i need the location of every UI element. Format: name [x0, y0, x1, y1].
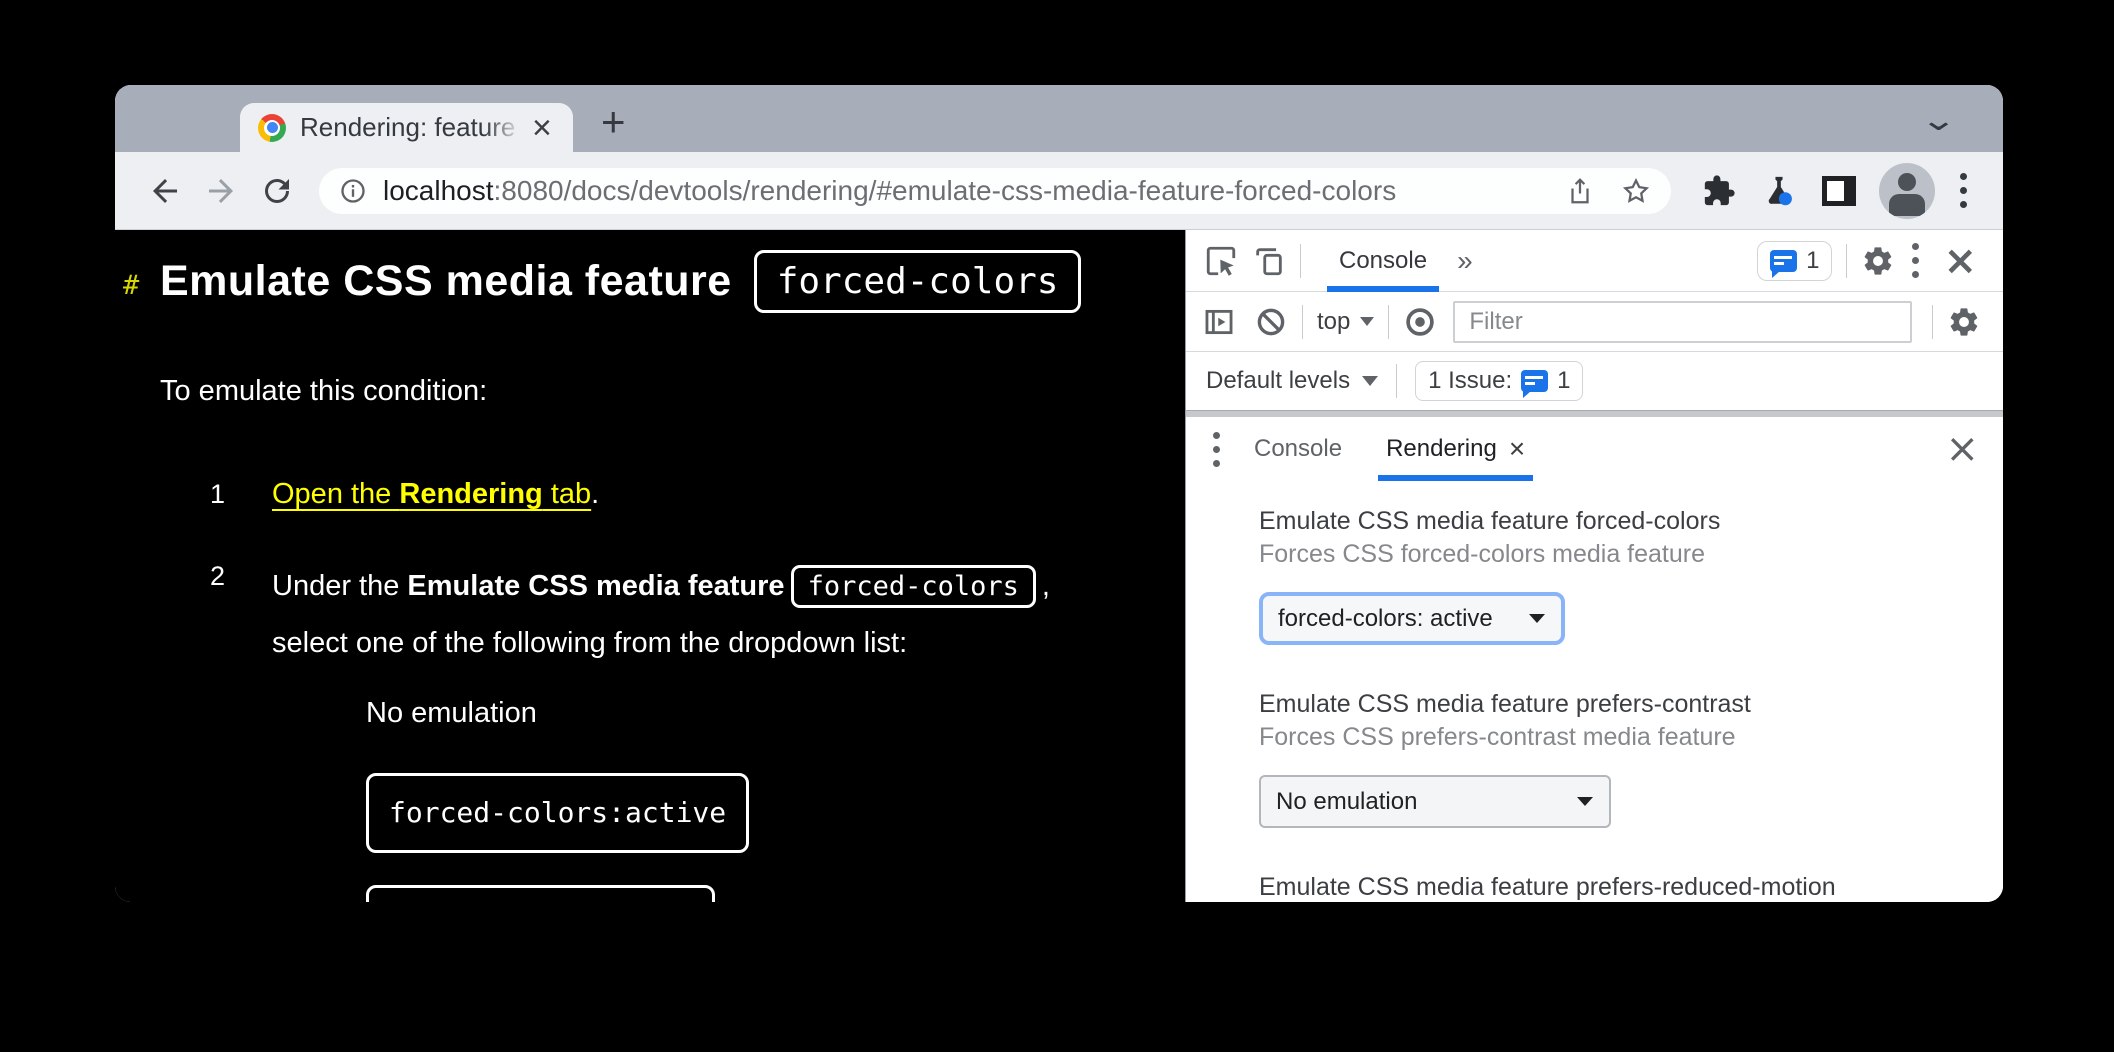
new-tab-button[interactable]: + [601, 101, 626, 143]
chrome-favicon-icon [258, 114, 286, 142]
back-icon[interactable] [147, 173, 183, 209]
device-toolbar-icon[interactable] [1252, 244, 1286, 278]
forward-icon[interactable] [203, 173, 239, 209]
filter-input[interactable] [1453, 301, 1912, 343]
issue-bubble-icon [1521, 370, 1548, 392]
extensions-puzzle-icon[interactable] [1702, 174, 1736, 208]
screenshot-stage: Rendering: feature reference - × + ⌄ loc… [0, 0, 2114, 1052]
open-rendering-tab-link[interactable]: Open the Rendering tab [272, 478, 591, 510]
context-selector[interactable]: top [1317, 308, 1374, 336]
issues-counter-button[interactable]: 1 [1757, 241, 1832, 281]
devtools-close-icon[interactable]: × [1943, 241, 1977, 281]
inspect-element-icon[interactable] [1204, 244, 1238, 278]
address-bar[interactable]: localhost:8080/docs/devtools/rendering/#… [319, 168, 1671, 214]
console-sidebar-icon[interactable] [1202, 305, 1236, 339]
browser-tab[interactable]: Rendering: feature reference - × [240, 103, 573, 152]
side-panel-icon[interactable] [1822, 176, 1856, 206]
flask-extension-icon[interactable] [1762, 174, 1796, 208]
devtools-panel: Console » 1 × [1185, 230, 2003, 902]
select-arrow-icon [1529, 614, 1545, 623]
page-heading: Emulate CSS media feature forced-colors [160, 250, 1185, 313]
option-no-emulation: No emulation [366, 685, 1050, 741]
list-item: 2 Under the Emulate CSS media featurefor… [160, 558, 1185, 902]
drawer-menu-icon[interactable] [1212, 432, 1220, 467]
option-forced-colors-active: forced-colors:active [366, 773, 749, 853]
site-info-icon[interactable] [339, 177, 367, 205]
drawer-splitter[interactable] [1186, 410, 2003, 417]
browser-toolbar: localhost:8080/docs/devtools/rendering/#… [115, 152, 2003, 230]
rendering-section-forced-colors: Emulate CSS media feature forced-colors … [1259, 505, 1983, 645]
drawer-tab-rendering[interactable]: Rendering × [1372, 417, 1539, 481]
devtools-tabbar: Console » 1 × [1186, 230, 2003, 292]
tab-console-main[interactable]: Console [1327, 230, 1439, 291]
intro-text: To emulate this condition: [160, 375, 1185, 408]
steps-list: 1 Open the Rendering tab. 2 Under the Em… [160, 476, 1185, 902]
tab-strip: Rendering: feature reference - × + ⌄ [115, 85, 2003, 152]
settings-gear-icon[interactable] [1861, 244, 1895, 278]
page-content: # Emulate CSS media feature forced-color… [115, 230, 1185, 902]
chevron-down-icon [1362, 376, 1378, 386]
select-arrow-icon [1577, 797, 1593, 806]
chevron-down-icon [1360, 317, 1374, 326]
browser-window: Rendering: feature reference - × + ⌄ loc… [115, 85, 2003, 902]
list-item: 1 Open the Rendering tab. [160, 476, 1185, 512]
tab-close-icon[interactable]: × [532, 111, 552, 145]
inline-code-chip: forced-colors [791, 565, 1036, 608]
rendering-panel: Emulate CSS media feature forced-colors … [1186, 481, 2003, 902]
default-levels-dropdown[interactable]: Default levels [1206, 367, 1378, 395]
window-content: # Emulate CSS media feature forced-color… [115, 230, 2003, 902]
profile-avatar[interactable] [1879, 163, 1935, 219]
tab-search-chevron-icon[interactable]: ⌄ [1920, 103, 1958, 138]
console-settings-gear-icon[interactable] [1947, 305, 1981, 339]
bookmark-star-icon[interactable] [1621, 176, 1651, 206]
drawer-close-icon[interactable]: × [1945, 429, 1979, 469]
prefers-contrast-select[interactable]: No emulation [1259, 775, 1611, 828]
console-levels-bar: Default levels 1 Issue: 1 [1186, 352, 2003, 410]
option-forced-colors-none: forced-colors:none [366, 885, 715, 902]
url-text: localhost:8080/docs/devtools/rendering/#… [383, 175, 1539, 207]
forced-colors-select[interactable]: forced-colors: active [1259, 592, 1565, 645]
heading-anchor-link[interactable]: # [123, 270, 139, 301]
drawer-tab-console[interactable]: Console [1240, 417, 1356, 481]
tab-title: Rendering: feature reference - [300, 112, 526, 143]
close-rendering-tab-icon[interactable]: × [1509, 435, 1525, 463]
more-tabs-icon[interactable]: » [1457, 245, 1471, 277]
issue-count-button[interactable]: 1 Issue: 1 [1415, 361, 1583, 401]
drawer-tabbar: Console Rendering × × [1186, 417, 2003, 481]
live-expression-eye-icon[interactable] [1403, 305, 1437, 339]
devtools-menu-icon[interactable] [1911, 243, 1919, 278]
rendering-section-prefers-contrast: Emulate CSS media feature prefers-contra… [1259, 688, 1983, 828]
clear-console-icon[interactable] [1254, 305, 1288, 339]
issue-bubble-icon [1770, 250, 1797, 272]
console-toolbar: top [1186, 292, 2003, 352]
reload-icon[interactable] [259, 173, 295, 209]
share-icon[interactable] [1565, 176, 1595, 206]
rendering-section-prefers-reduced-motion: Emulate CSS media feature prefers-reduce… [1259, 871, 1983, 902]
heading-code-chip: forced-colors [754, 250, 1082, 313]
extension-area [1689, 163, 1981, 219]
chrome-menu-icon[interactable] [1959, 173, 1967, 208]
